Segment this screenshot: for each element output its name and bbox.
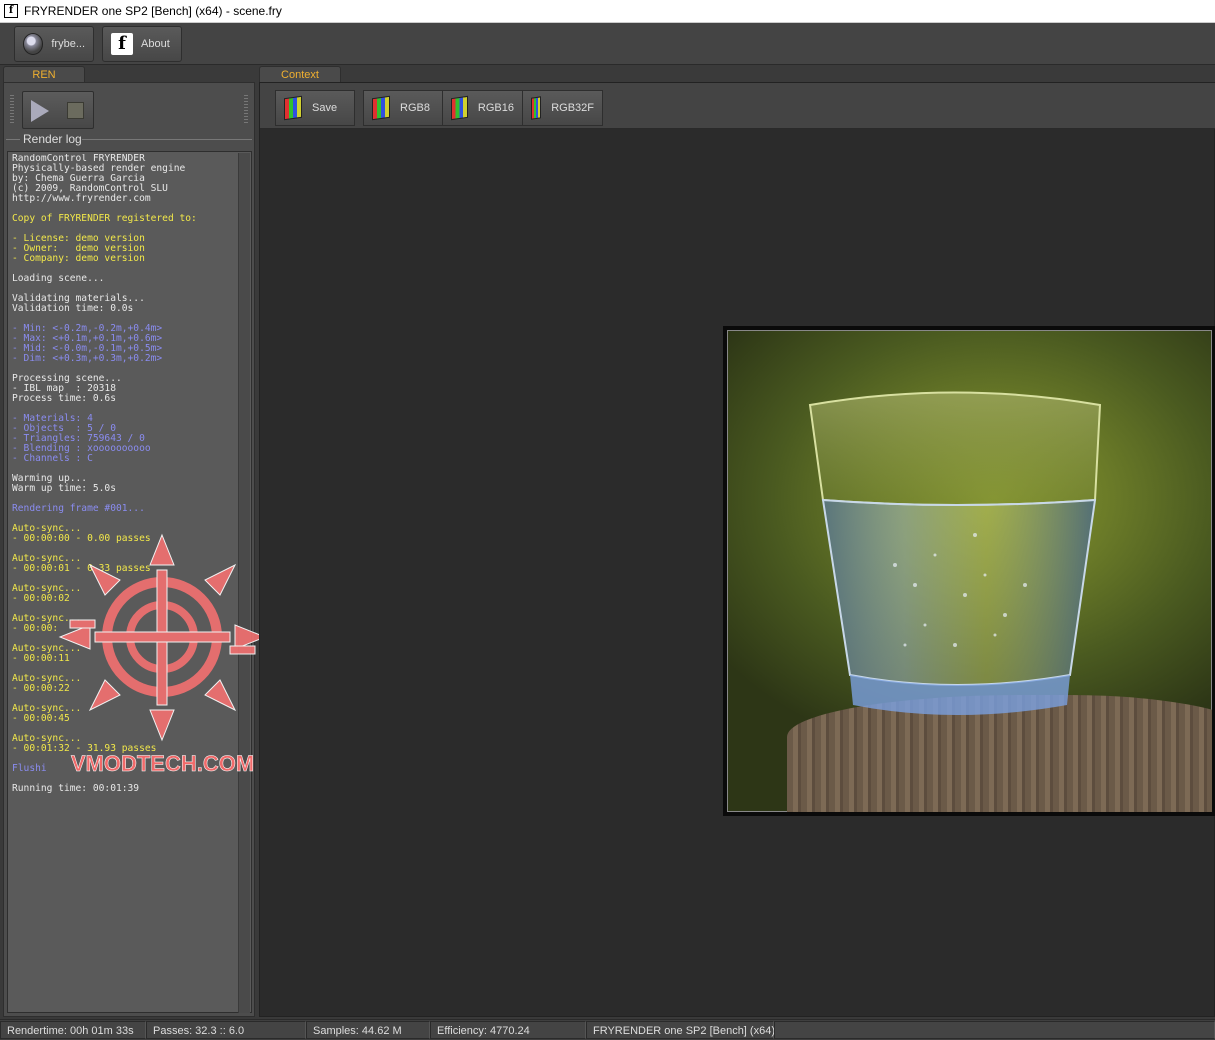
render-log-title: Render log bbox=[23, 132, 82, 146]
context-toolbar: Save RGB8 RGB16 RGB32F bbox=[260, 83, 1215, 129]
render-controls bbox=[22, 91, 94, 129]
fryrender-icon bbox=[23, 33, 44, 55]
rgb32f-label: RGB32F bbox=[551, 102, 594, 114]
log-line: Rendering frame #001... bbox=[12, 503, 145, 514]
status-efficiency: Efficiency: 4770.24 bbox=[430, 1021, 586, 1039]
rgb8-icon bbox=[372, 95, 390, 121]
status-passes: Passes: 32.3 :: 6.0 bbox=[146, 1021, 306, 1039]
watermark: VMODTECH.COM bbox=[50, 525, 275, 780]
log-line: Running time: 00:01:39 bbox=[12, 783, 140, 794]
app-icon: f bbox=[4, 4, 18, 18]
save-button[interactable]: Save bbox=[275, 90, 355, 126]
about-label: About bbox=[141, 38, 170, 50]
log-line: - Dim: <+0.3m,+0.3m,+0.2m> bbox=[12, 353, 163, 364]
watermark-text: VMODTECH.COM bbox=[70, 751, 255, 777]
rgb16-label: RGB16 bbox=[477, 102, 514, 114]
status-rendertime: Rendertime: 00h 01m 33s bbox=[0, 1021, 146, 1039]
save-label: Save bbox=[312, 102, 338, 114]
status-empty bbox=[774, 1021, 1215, 1039]
render-log-header: Render log bbox=[4, 132, 256, 146]
window-title: FRYRENDER one SP2 [Bench] (x64) - scene.… bbox=[24, 4, 282, 18]
log-line: http://www.fryrender.com bbox=[12, 193, 151, 204]
tab-context[interactable]: Context bbox=[259, 66, 341, 83]
about-button[interactable]: f About bbox=[102, 26, 182, 62]
rgb16-button[interactable]: RGB16 bbox=[442, 90, 523, 126]
rgb8-label: RGB8 bbox=[400, 102, 430, 114]
log-line: Copy of FRYRENDER registered to: bbox=[12, 213, 197, 224]
toolbar-grip-right[interactable] bbox=[244, 95, 248, 123]
render-viewport[interactable] bbox=[723, 326, 1215, 816]
status-bar: Rendertime: 00h 01m 33s Passes: 32.3 :: … bbox=[0, 1019, 1215, 1040]
context-panel: Save RGB8 RGB16 RGB32F bbox=[259, 82, 1215, 1017]
rgb32f-icon bbox=[531, 96, 542, 120]
log-line: Process time: 0.6s bbox=[12, 393, 116, 404]
facebook-icon: f bbox=[111, 33, 133, 55]
watermark-emblem-icon bbox=[58, 533, 267, 742]
log-line: - Channels : C bbox=[12, 453, 93, 464]
rgb8-button[interactable]: RGB8 bbox=[363, 90, 443, 126]
log-line: Validation time: 0.0s bbox=[12, 303, 134, 314]
rendered-glass bbox=[808, 391, 1102, 715]
log-line: Loading scene... bbox=[12, 273, 105, 284]
status-product: FRYRENDER one SP2 [Bench] (x64) bbox=[586, 1021, 775, 1039]
main-toolbar: frybe... f About bbox=[0, 23, 1215, 65]
toolbar-grip[interactable] bbox=[10, 95, 14, 123]
status-samples: Samples: 44.62 M bbox=[306, 1021, 430, 1039]
rgb32f-button[interactable]: RGB32F bbox=[522, 90, 603, 126]
play-button[interactable] bbox=[31, 100, 49, 122]
save-image-icon bbox=[284, 95, 302, 121]
frybe-button[interactable]: frybe... bbox=[14, 26, 94, 62]
log-line: - Company: demo version bbox=[12, 253, 145, 264]
frybe-label: frybe... bbox=[51, 38, 85, 50]
title-bar: f FRYRENDER one SP2 [Bench] (x64) - scen… bbox=[0, 0, 1215, 23]
rgb16-icon bbox=[451, 95, 468, 121]
tab-ren[interactable]: REN bbox=[3, 66, 85, 83]
stop-button[interactable] bbox=[67, 102, 84, 119]
log-line: Warm up time: 5.0s bbox=[12, 483, 116, 494]
